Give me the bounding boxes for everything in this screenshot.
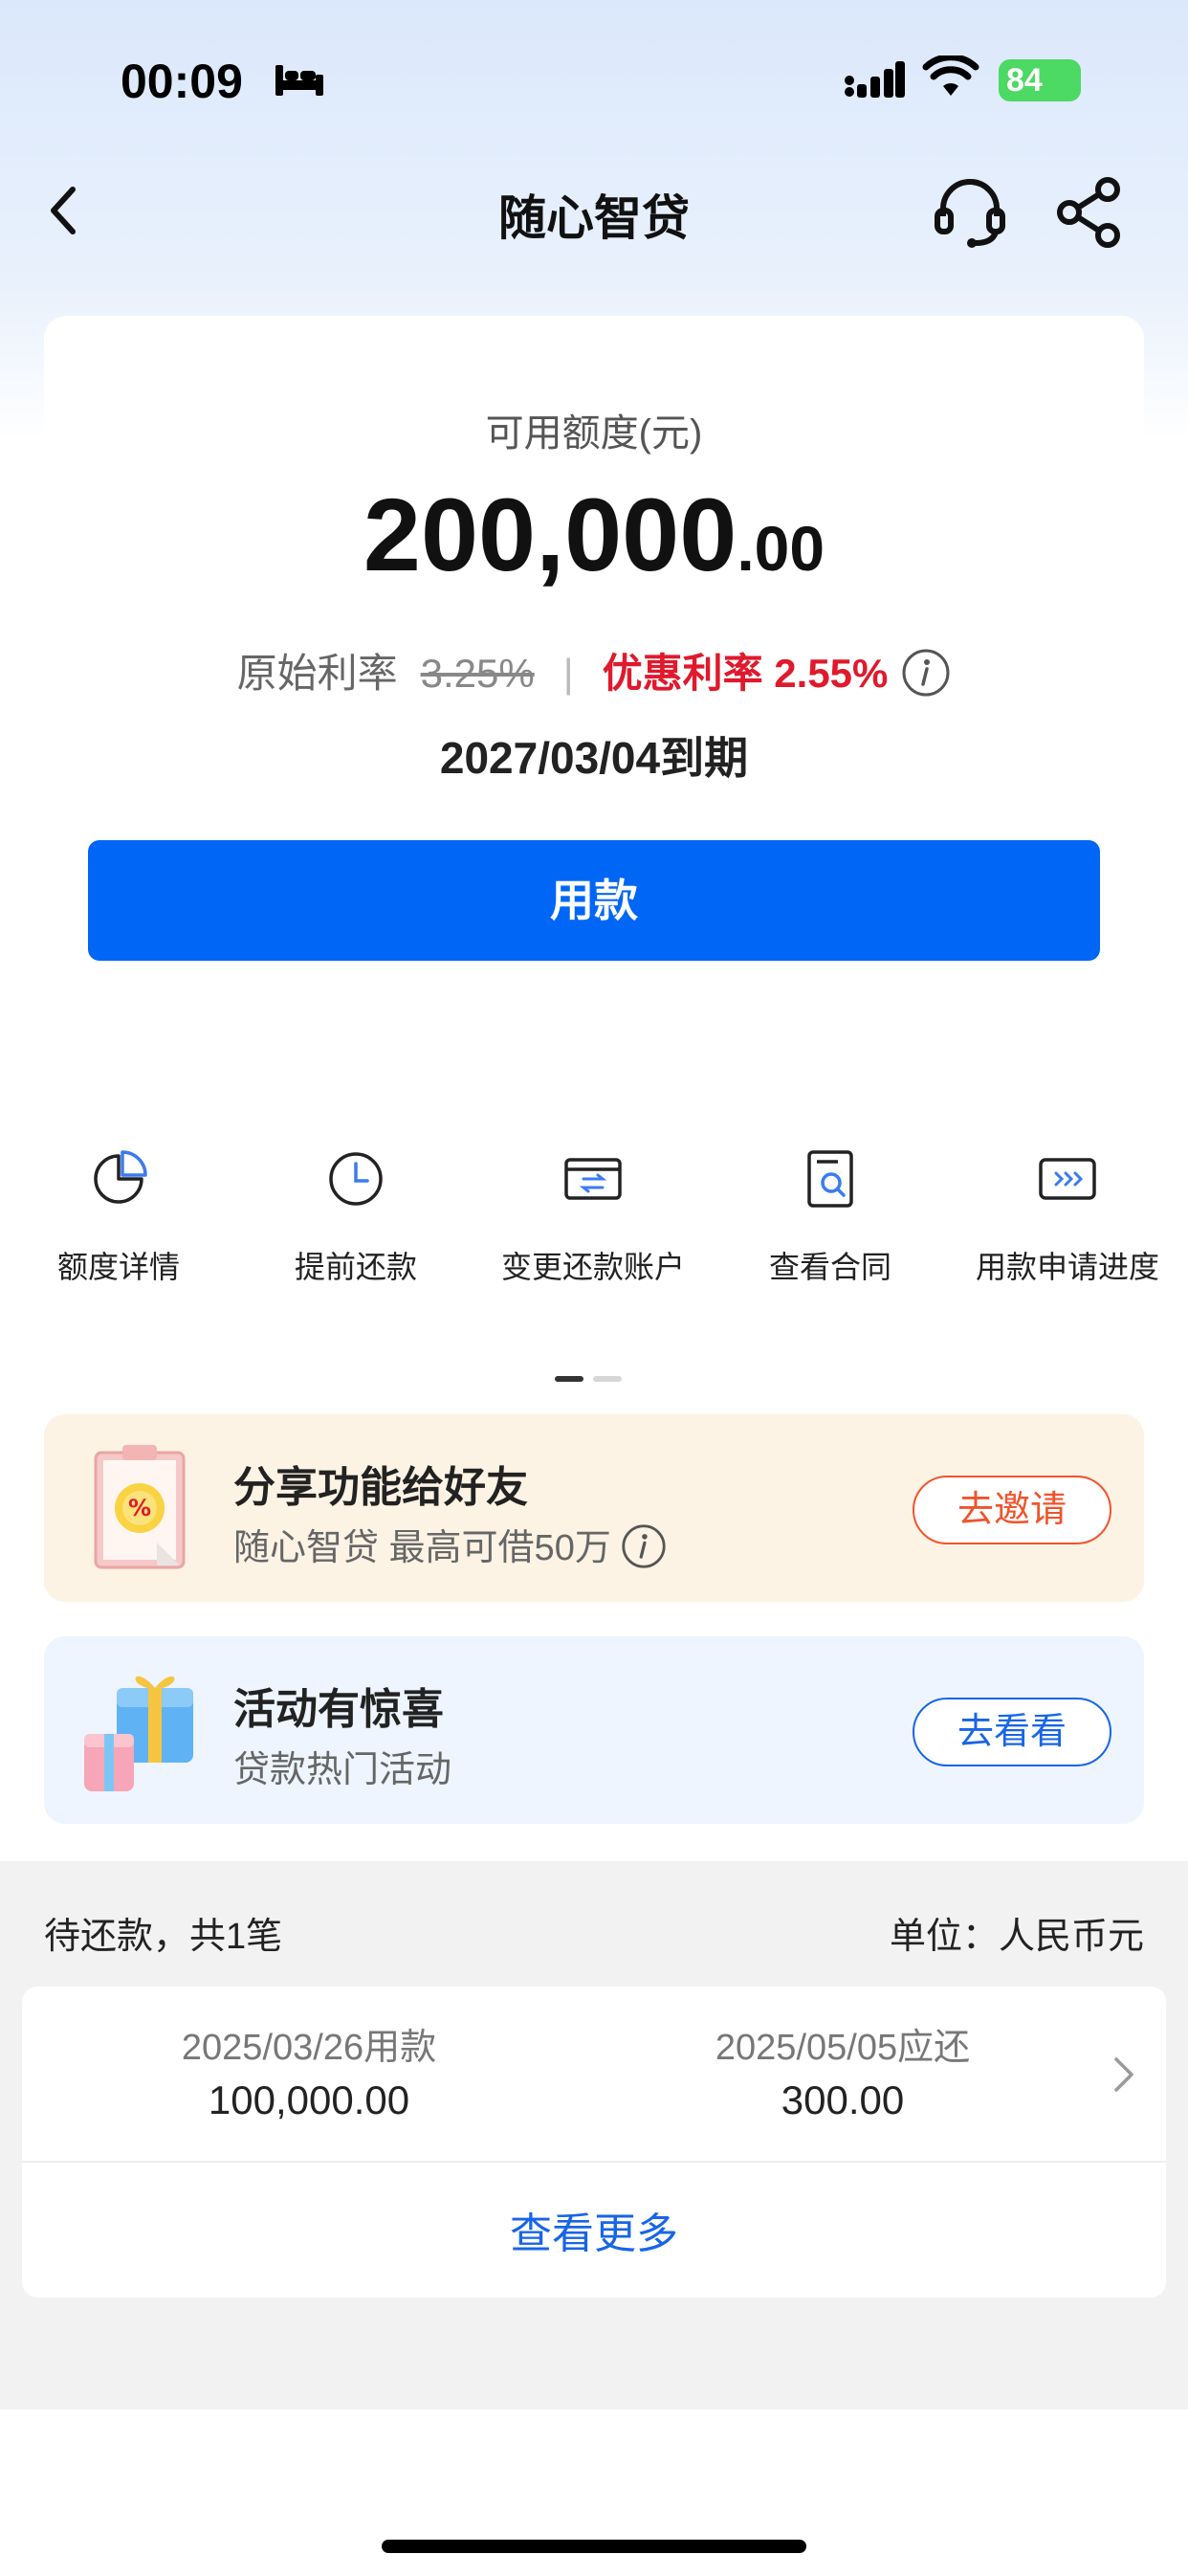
quick-menu-label: 变更还款账户 <box>500 1250 685 1284</box>
borrow-amount: 100,000.00 <box>208 2077 410 2122</box>
pie-chart-icon <box>94 1150 147 1204</box>
quick-menu-label: 用款申请进度 <box>975 1250 1159 1284</box>
discount-clipboard-icon: % <box>94 1445 186 1569</box>
share-banner-title: 分享功能给好友 <box>233 1464 528 1511</box>
clock-icon <box>329 1152 383 1206</box>
divider <box>22 2161 1166 2163</box>
view-more-link[interactable]: 查看更多 <box>22 2199 1166 2260</box>
share-icon[interactable] <box>1056 176 1123 249</box>
event-banner-title: 活动有惊喜 <box>233 1686 444 1733</box>
sleep-focus-icon <box>275 65 323 96</box>
currency-unit: 单位：人民币元 <box>889 1917 1144 1957</box>
invite-button[interactable]: 去邀请 <box>913 1476 1111 1544</box>
loan-borrow-info[interactable]: 2025/03/26用款 100,000.00 <box>108 2017 510 2123</box>
quick-menu-view-contract[interactable]: 查看合同 <box>725 1148 935 1288</box>
credit-card: 可用额度(元) 200,000.00 原始利率 3.25% | 优惠利率 2.55% … <box>44 316 1144 1049</box>
quick-menu-label: 查看合同 <box>768 1250 891 1284</box>
chevron-right-icon[interactable] <box>1112 2054 1135 2096</box>
due-date: 2025/05/05应还 <box>715 2028 971 2068</box>
wifi-icon <box>922 56 979 96</box>
progress-icon <box>1039 1158 1096 1200</box>
amount-decimal: .00 <box>737 513 825 584</box>
info-icon[interactable] <box>901 648 951 698</box>
contract-search-icon <box>807 1150 853 1208</box>
info-icon[interactable] <box>621 1523 667 1569</box>
status-time: 00:09 <box>121 55 243 108</box>
event-banner-subtitle: 贷款热门活动 <box>233 1750 452 1790</box>
quick-menu-label: 额度详情 <box>56 1250 180 1284</box>
amount-integer: 200,000 <box>363 477 737 592</box>
quick-menu-credit-details[interactable]: 额度详情 <box>13 1148 224 1288</box>
event-banner[interactable]: 活动有惊喜 贷款热门活动 去看看 <box>44 1636 1144 1824</box>
due-amount: 300.00 <box>781 2077 905 2122</box>
share-banner-subtitle: 随心智贷 最高可借50万 <box>233 1518 667 1570</box>
credit-due-date: 2027/03/04到期 <box>439 733 749 783</box>
share-banner[interactable]: % 分享功能给好友 随心智贷 最高可借50万 去邀请 <box>44 1414 1144 1602</box>
loan-due-info[interactable]: 2025/05/05应还 300.00 <box>642 2017 1044 2123</box>
customer-service-icon[interactable] <box>934 176 1006 249</box>
use-loan-button[interactable]: 用款 <box>88 840 1100 961</box>
page-title: 随心智贷 <box>498 191 690 245</box>
original-rate-label: 原始利率 <box>236 651 398 696</box>
back-arrow-icon[interactable] <box>44 182 82 239</box>
interest-rate-row: 原始利率 3.25% | 优惠利率 2.55% <box>44 641 1144 700</box>
card-switch-icon <box>564 1158 622 1200</box>
quick-menu-early-repay[interactable]: 提前还款 <box>251 1148 461 1288</box>
gift-box-icon <box>84 1676 193 1791</box>
share-banner-subtitle-text: 随心智贷 最高可借50万 <box>233 1528 611 1568</box>
battery-indicator: 84 <box>999 59 1081 101</box>
home-indicator[interactable] <box>382 2540 806 2553</box>
quick-menu-loan-progress[interactable]: 用款申请进度 <box>962 1148 1173 1288</box>
page-indicator-active <box>555 1376 583 1382</box>
quick-menu-label: 提前还款 <box>294 1250 417 1284</box>
pending-repayment-title: 待还款，共1笔 <box>44 1917 283 1957</box>
view-events-button[interactable]: 去看看 <box>913 1698 1111 1766</box>
original-rate-value: 3.25% <box>420 651 535 696</box>
cellular-signal-icon <box>845 61 905 98</box>
quick-menu-change-account[interactable]: 变更还款账户 <box>488 1148 698 1288</box>
svg-text:%: % <box>128 1495 151 1521</box>
rate-separator: | <box>562 651 574 696</box>
available-credit-amount: 200,000.00 <box>44 475 1144 594</box>
available-credit-label: 可用额度(元) <box>485 412 703 455</box>
page-indicator-inactive[interactable] <box>593 1376 622 1382</box>
promo-rate: 优惠利率 2.55% <box>602 651 889 696</box>
borrow-date: 2025/03/26用款 <box>181 2028 437 2068</box>
pending-loan-card: 2025/03/26用款 100,000.00 2025/05/05应还 300… <box>22 1987 1166 2298</box>
